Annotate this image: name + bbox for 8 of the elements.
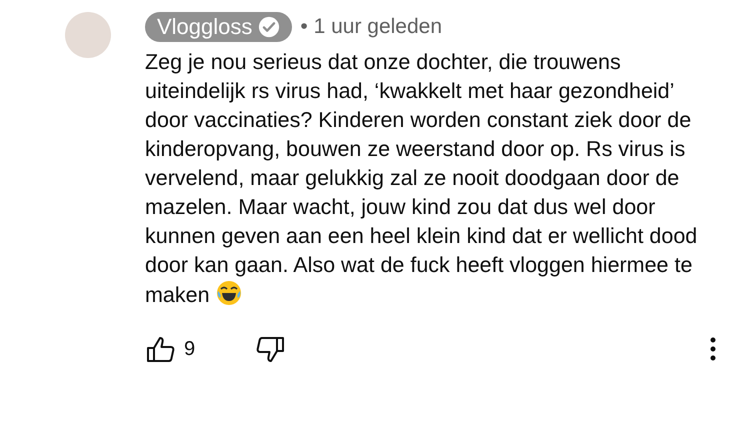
more-options-icon[interactable] [710,337,716,361]
author-badge[interactable]: Vloggloss [145,12,292,42]
like-count: 9 [184,337,196,362]
laughing-emoji-icon [216,280,242,306]
comment-text: Zeg je nou serieus dat onze dochter, die trouwens uiteindelijk rs virus had, ‘kwakkelt met haar gezondheid’ door vaccinaties? Kinderen worden constant ziek door de kinderopvang, bouwen ze weerstand door op. Rs virus is vervelend, maar gelukkig zal ze nooit doodgaan door de mazelen. Maar wacht, jouw kind zou dat dus wel door kunnen geven aan een heel klein kind dat er wellicht dood door kan gaan. Also wat de fuck heeft vloggen hiermee te maken [145,49,698,309]
comment-time: • 1 uur geleden [300,14,442,40]
thumbs-up-icon[interactable] [146,336,175,362]
thumbs-down-icon[interactable] [256,336,286,362]
